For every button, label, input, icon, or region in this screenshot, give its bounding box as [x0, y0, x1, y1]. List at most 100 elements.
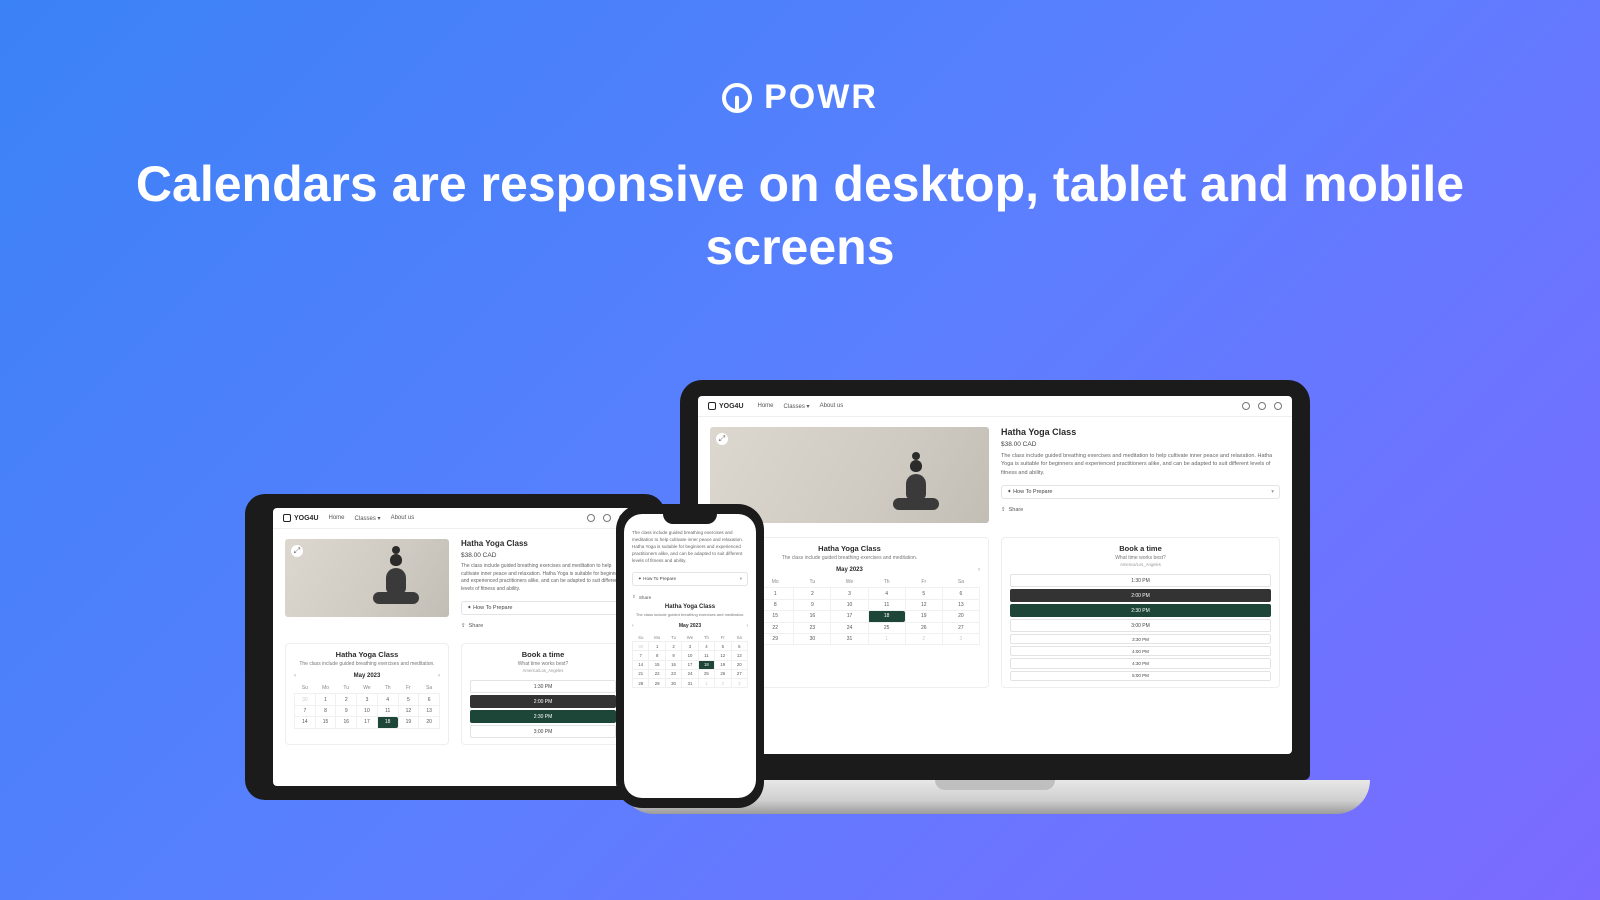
calendar-day[interactable]: 23: [665, 669, 681, 678]
calendar-day[interactable]: 1: [698, 678, 714, 687]
calendar-day[interactable]: 30: [794, 633, 831, 644]
calendar-day[interactable]: 2: [336, 694, 357, 705]
calendar-day[interactable]: 3: [731, 678, 747, 687]
calendar-day[interactable]: 17: [357, 717, 378, 728]
time-slot[interactable]: 3:30 PM: [1010, 634, 1271, 644]
calendar-day[interactable]: 3: [831, 588, 868, 599]
calendar-day[interactable]: 7: [295, 705, 316, 716]
calendar-day[interactable]: 9: [336, 705, 357, 716]
calendar-day[interactable]: 16: [665, 660, 681, 669]
nav-about[interactable]: About us: [391, 515, 415, 522]
prev-month[interactable]: ‹: [632, 623, 634, 629]
calendar-day[interactable]: 4: [377, 694, 398, 705]
calendar-day[interactable]: 30: [665, 678, 681, 687]
calendar-day[interactable]: 5: [715, 642, 731, 651]
share-button[interactable]: ⇪ Share: [1001, 507, 1280, 513]
calendar-day[interactable]: 2: [715, 678, 731, 687]
accordion-prepare[interactable]: ✦ How To Prepare▾: [461, 601, 625, 615]
calendar-day[interactable]: 18: [868, 611, 905, 622]
product-image[interactable]: ⤢: [285, 539, 449, 617]
calendar-day[interactable]: 19: [905, 611, 942, 622]
nav-about[interactable]: About us: [820, 403, 844, 410]
time-slot[interactable]: 1:30 PM: [1010, 574, 1271, 587]
calendar-day[interactable]: 8: [649, 651, 665, 660]
calendar-day[interactable]: 12: [398, 705, 419, 716]
calendar-day[interactable]: 1: [315, 694, 336, 705]
calendar-day[interactable]: 27: [731, 669, 747, 678]
time-slot[interactable]: 1:30 PM: [470, 680, 616, 693]
calendar-day[interactable]: 3: [682, 642, 698, 651]
calendar-day[interactable]: 9: [665, 651, 681, 660]
calendar-day[interactable]: 2: [794, 588, 831, 599]
calendar-day[interactable]: 4: [698, 642, 714, 651]
calendar-day[interactable]: 16: [336, 717, 357, 728]
next-month[interactable]: ›: [746, 623, 748, 629]
share-button[interactable]: ⇪ Share: [461, 623, 625, 629]
calendar-day[interactable]: 25: [698, 669, 714, 678]
zoom-icon[interactable]: ⤢: [716, 433, 728, 445]
calendar-day[interactable]: 6: [731, 642, 747, 651]
calendar-day[interactable]: 19: [715, 660, 731, 669]
calendar-day[interactable]: 17: [831, 611, 868, 622]
calendar-day[interactable]: 5: [398, 694, 419, 705]
calendar-day[interactable]: 10: [682, 651, 698, 660]
calendar-day[interactable]: 20: [731, 660, 747, 669]
calendar-day[interactable]: 13: [942, 599, 979, 610]
calendar-day[interactable]: 21: [633, 669, 649, 678]
calendar-day[interactable]: 25: [868, 622, 905, 633]
calendar-day[interactable]: 18: [377, 717, 398, 728]
calendar-day[interactable]: 12: [905, 599, 942, 610]
nav-home[interactable]: Home: [329, 515, 345, 522]
time-slot[interactable]: 4:30 PM: [1010, 658, 1271, 668]
calendar-day[interactable]: 18: [698, 660, 714, 669]
calendar-day[interactable]: 6: [942, 588, 979, 599]
calendar-day[interactable]: 9: [794, 599, 831, 610]
time-slot[interactable]: 3:00 PM: [1010, 619, 1271, 632]
calendar-day[interactable]: 1: [649, 642, 665, 651]
site-brand[interactable]: YOG4U: [283, 514, 319, 522]
calendar-day[interactable]: 24: [831, 622, 868, 633]
time-slot[interactable]: 2:30 PM: [1010, 604, 1271, 617]
calendar-day[interactable]: 11: [698, 651, 714, 660]
accordion-prepare[interactable]: ✦ How To Prepare ▾: [1001, 485, 1280, 499]
time-slot[interactable]: 4:00 PM: [1010, 646, 1271, 656]
time-slot[interactable]: 2:30 PM: [470, 710, 616, 723]
calendar-day[interactable]: 8: [315, 705, 336, 716]
nav-classes[interactable]: Classes ▾: [784, 403, 810, 410]
calendar-day[interactable]: 20: [942, 611, 979, 622]
user-icon[interactable]: [1258, 402, 1266, 410]
time-slot[interactable]: 2:00 PM: [470, 695, 616, 708]
calendar-day[interactable]: 30: [633, 642, 649, 651]
calendar-day[interactable]: 13: [731, 651, 747, 660]
calendar-day[interactable]: 22: [649, 669, 665, 678]
calendar-day[interactable]: 28: [633, 678, 649, 687]
user-icon[interactable]: [603, 514, 611, 522]
calendar-day[interactable]: 5: [905, 588, 942, 599]
calendar-day[interactable]: 16: [794, 611, 831, 622]
time-slot[interactable]: 3:00 PM: [470, 725, 616, 738]
next-month[interactable]: ›: [438, 673, 440, 679]
calendar-day[interactable]: 6: [419, 694, 440, 705]
calendar-day[interactable]: 10: [831, 599, 868, 610]
next-month[interactable]: ›: [978, 567, 980, 573]
site-brand[interactable]: YOG4U: [708, 402, 744, 410]
calendar-day[interactable]: 2: [905, 633, 942, 644]
time-slot[interactable]: 5:00 PM: [1010, 671, 1271, 681]
calendar-day[interactable]: 11: [377, 705, 398, 716]
calendar-day[interactable]: 4: [868, 588, 905, 599]
nav-home[interactable]: Home: [758, 403, 774, 410]
calendar-day[interactable]: 12: [715, 651, 731, 660]
calendar-day[interactable]: 3: [942, 633, 979, 644]
calendar-day[interactable]: 31: [682, 678, 698, 687]
calendar-day[interactable]: 17: [682, 660, 698, 669]
calendar-day[interactable]: 30: [295, 694, 316, 705]
cart-icon[interactable]: [1274, 402, 1282, 410]
calendar-day[interactable]: 29: [649, 678, 665, 687]
nav-classes[interactable]: Classes ▾: [355, 515, 381, 522]
calendar-day[interactable]: 23: [794, 622, 831, 633]
calendar-day[interactable]: 31: [831, 633, 868, 644]
calendar-day[interactable]: 7: [633, 651, 649, 660]
calendar-day[interactable]: 20: [419, 717, 440, 728]
share-button[interactable]: ⇪ Share: [632, 594, 748, 600]
calendar-day[interactable]: 15: [315, 717, 336, 728]
